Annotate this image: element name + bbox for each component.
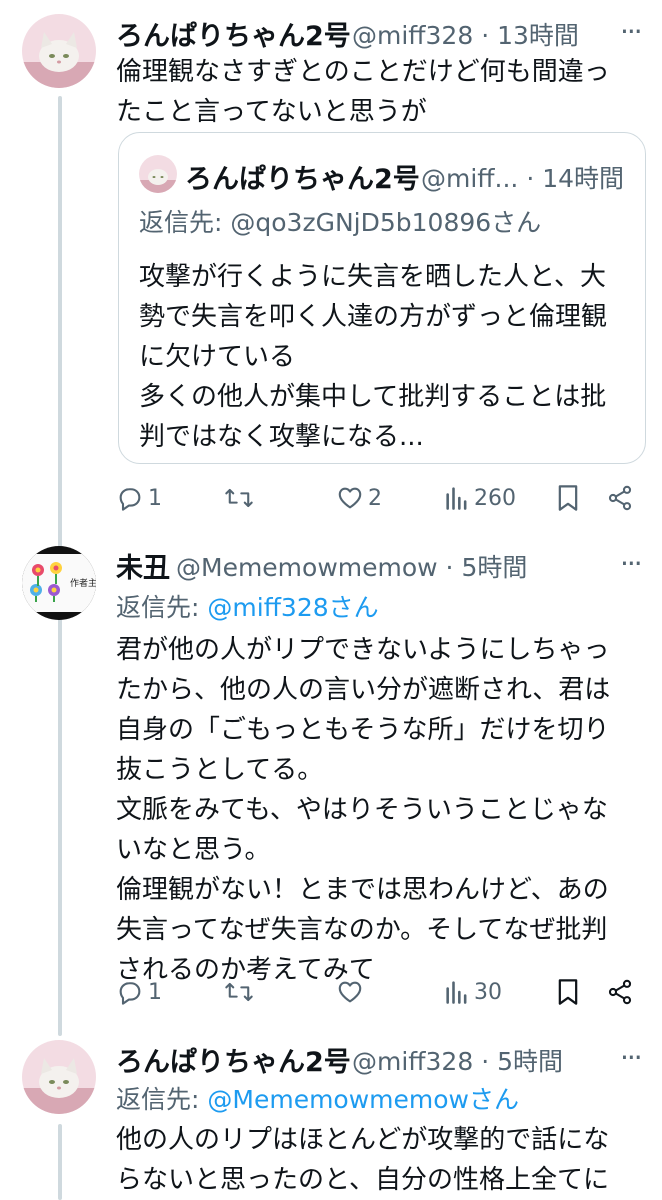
avatar-text: 作者主 — [70, 577, 96, 589]
reply-to: 返信先: @Mememowmemowさん — [116, 1080, 519, 1116]
tweet-text: 君が他の人がリプできないようにしちゃっ たから、他の人の言い分が遮断され、君は … — [116, 630, 610, 990]
retweet-icon — [225, 488, 253, 508]
reply-button[interactable]: 1 — [116, 484, 162, 512]
text-line: 攻撃が行くように失言を晒した人と、大 — [139, 262, 606, 292]
text-line: 倫理観がない！とまでは思わんけど、あの — [116, 875, 609, 905]
text-line: いなと思う。 — [116, 835, 271, 865]
reply-prefix: 返信先: — [116, 1085, 200, 1114]
quote-reply-to: 返信先: @qo3zGNjD5b10896さん — [139, 203, 541, 239]
author-handle[interactable]: @miff328 — [352, 21, 473, 50]
timestamp[interactable]: 13時間 — [497, 21, 579, 50]
bookmark-button[interactable] — [556, 484, 580, 512]
reply-icon — [119, 488, 141, 511]
like-icon — [338, 981, 362, 1003]
views-button[interactable]: 30 — [444, 978, 502, 1006]
tweet-meta: @miff328 · 5時間 — [352, 1042, 563, 1078]
text-line: 他の人のリプはほとんどが攻撃的で話にな — [116, 1125, 610, 1155]
retweet-button[interactable] — [224, 484, 258, 512]
quote-meta: @miff... · 14時間 — [421, 159, 624, 195]
views-count: 30 — [474, 979, 502, 1005]
text-line: 倫理観なさすぎとのことだけど何も間違っ — [116, 57, 610, 87]
text-line: たから、他の人の言い分が遮断され、君は — [116, 675, 611, 705]
tweet-meta: @miff328 · 13時間 — [352, 16, 579, 52]
author-handle[interactable]: @Mememowmemow — [176, 553, 438, 582]
text-line: らないと思ったのと、自分の性格上全てに — [116, 1165, 609, 1195]
reply-prefix: 返信先: — [116, 593, 200, 622]
quote-handle: @miff... — [421, 164, 519, 193]
share-icon — [608, 485, 632, 511]
more-icon[interactable]: ··· — [620, 18, 643, 46]
author-name[interactable]: ろんぱりちゃん2号 — [116, 1040, 351, 1079]
views-icon — [446, 981, 467, 1004]
like-count: 2 — [368, 485, 382, 511]
thread-line — [58, 1124, 62, 1200]
avatar[interactable] — [22, 14, 96, 88]
separator-dot: · — [518, 164, 543, 193]
quote-author-name: ろんぱりちゃん2号 — [185, 164, 420, 195]
author-name[interactable]: 未丑 — [116, 546, 170, 585]
separator-dot: · — [473, 21, 498, 50]
separator-dot: · — [473, 1047, 498, 1076]
like-icon — [338, 487, 362, 509]
bookmark-icon — [558, 485, 578, 511]
views-button[interactable]: 260 — [444, 484, 516, 512]
views-count: 260 — [474, 485, 516, 511]
share-button[interactable] — [606, 978, 634, 1006]
quote-text: 攻撃が行くように失言を晒した人と、大 勢で失言を叩く人達の方がずっと倫理観 に欠… — [139, 257, 607, 457]
retweet-icon — [225, 982, 253, 1002]
reply-to-handle[interactable]: @miff328さん — [207, 593, 378, 622]
text-line: 抜こうとしてる。 — [116, 755, 324, 785]
text-line: 失言ってなぜ失言なのか。そしてなぜ批判 — [116, 915, 608, 945]
text-line: 文脈をみても、やはりそういうことじゃな — [116, 795, 608, 825]
more-icon[interactable]: ··· — [620, 1044, 643, 1072]
timestamp[interactable]: 5時間 — [497, 1047, 563, 1076]
author-handle[interactable]: @miff328 — [352, 1047, 473, 1076]
avatar[interactable] — [22, 1040, 96, 1114]
reply-prefix: 返信先: — [139, 208, 223, 237]
quote-avatar — [139, 155, 177, 193]
tweet-text: 倫理観なさすぎとのことだけど何も間違っ たこと言ってないと思うが — [116, 52, 610, 132]
views-icon — [446, 487, 467, 510]
like-button[interactable] — [336, 978, 368, 1006]
reply-to-handle: @qo3zGNjD5b10896さん — [230, 208, 542, 237]
avatar[interactable]: 作者主 — [22, 546, 96, 620]
like-button[interactable]: 2 — [336, 484, 382, 512]
text-line: 自身の「ごもっともそうな所」だけを切り — [116, 715, 610, 745]
quoted-tweet[interactable]: ろんぱりちゃん2号 @miff... · 14時間 返信先: @qo3zGNjD… — [118, 132, 646, 464]
bookmark-icon — [558, 979, 578, 1005]
text-line: 君が他の人がリプできないようにしちゃっ — [116, 635, 610, 665]
reply-to: 返信先: @miff328さん — [116, 588, 379, 624]
quote-timestamp: 14時間 — [542, 164, 625, 193]
retweet-button[interactable] — [224, 978, 258, 1006]
reply-to-handle[interactable]: @Mememowmemowさん — [207, 1085, 519, 1114]
text-line: たこと言ってないと思うが — [116, 97, 427, 127]
share-icon — [608, 979, 632, 1005]
bookmark-button[interactable] — [556, 978, 580, 1006]
reply-count: 1 — [148, 485, 162, 511]
author-name[interactable]: ろんぱりちゃん2号 — [116, 14, 351, 53]
tweet-meta: @Mememowmemow · 5時間 — [176, 548, 527, 584]
separator-dot: · — [437, 553, 462, 582]
reply-icon — [119, 982, 141, 1005]
more-icon[interactable]: ··· — [620, 550, 643, 578]
text-line: 多くの他人が集中して批判することは批 — [139, 382, 607, 412]
share-button[interactable] — [606, 484, 634, 512]
text-line: に欠けている — [139, 342, 296, 372]
reply-button[interactable]: 1 — [116, 978, 162, 1006]
timestamp[interactable]: 5時間 — [461, 553, 527, 582]
reply-count: 1 — [148, 979, 162, 1005]
text-line: 勢で失言を叩く人達の方がずっと倫理観 — [139, 302, 608, 332]
tweet-text: 他の人のリプはほとんどが攻撃的で話にな らないと思ったのと、自分の性格上全てに — [116, 1120, 609, 1200]
text-line: 判ではなく攻撃になる... — [139, 422, 424, 452]
